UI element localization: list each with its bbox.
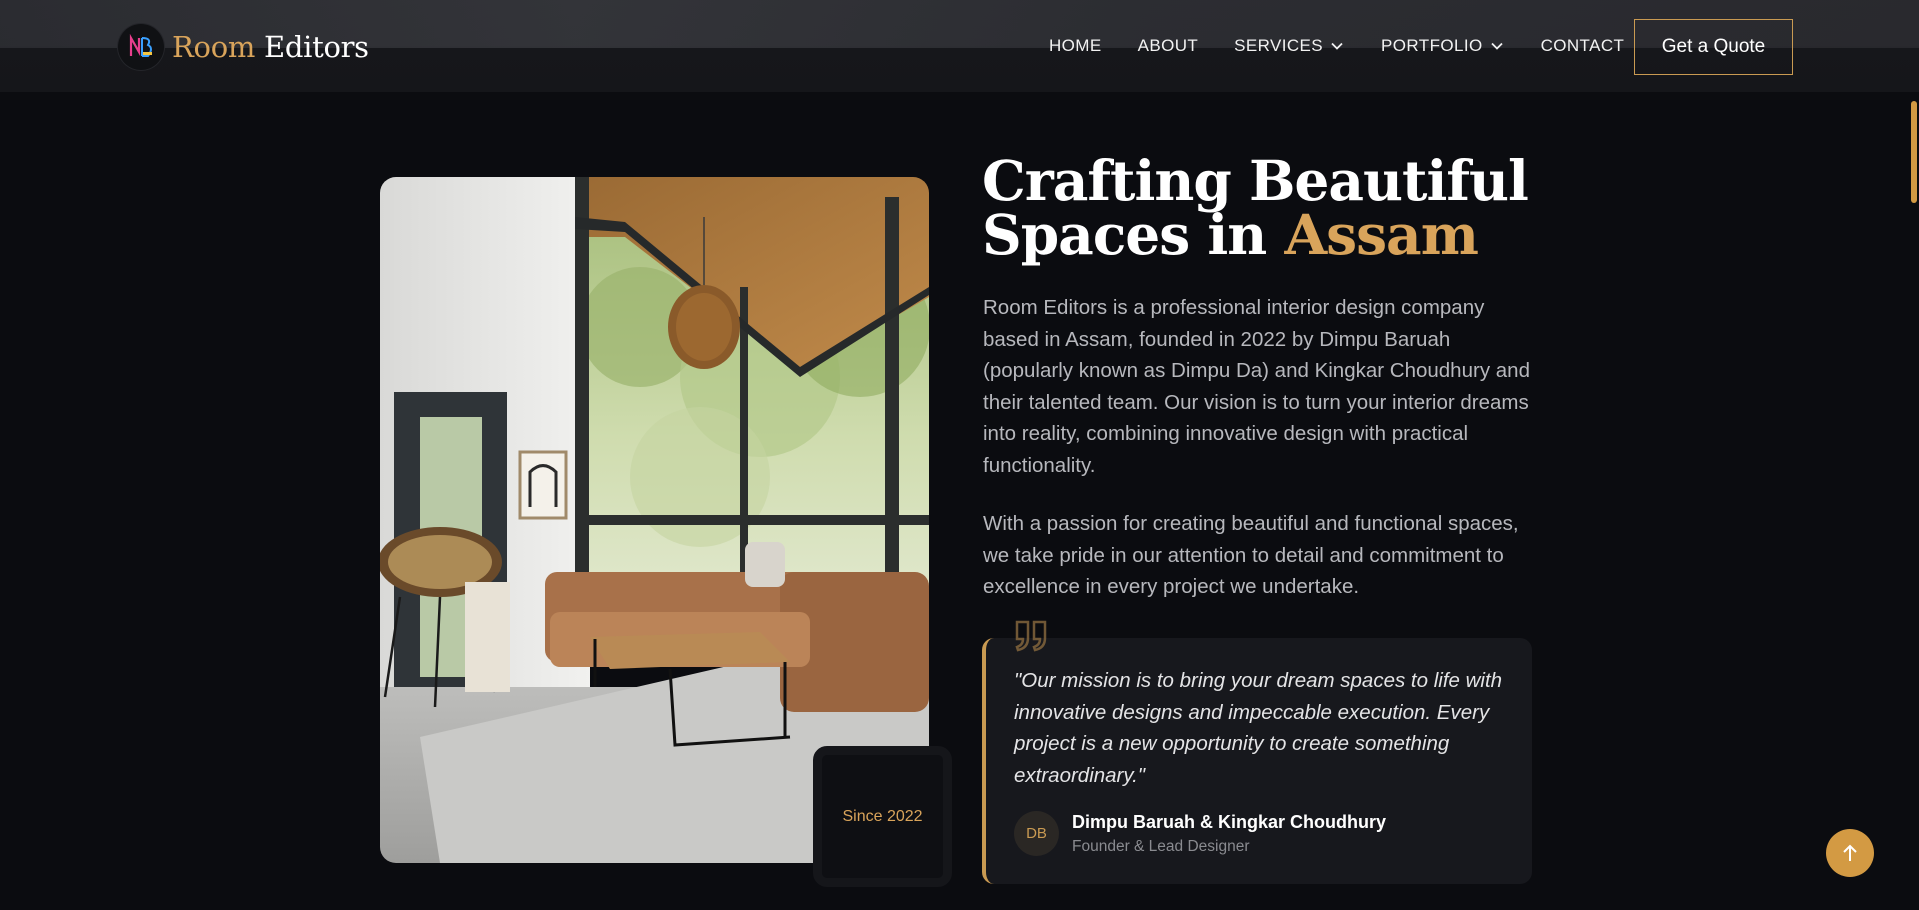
- get-quote-button[interactable]: Get a Quote: [1634, 19, 1793, 75]
- site-header: Room Editors HOME ABOUT SERVICES PORTFOL…: [0, 0, 1919, 92]
- nav-services-label: SERVICES: [1234, 36, 1324, 55]
- about-paragraph-2: With a passion for creating beautiful an…: [983, 512, 1519, 598]
- since-badge: Since 2022: [813, 746, 952, 887]
- brand-name: Room Editors: [172, 30, 369, 64]
- page-title: Crafting Beautiful Spaces in Assam: [982, 153, 1542, 262]
- nav-home[interactable]: HOME: [1049, 36, 1102, 56]
- nav-portfolio-label: PORTFOLIO: [1381, 36, 1483, 55]
- arrow-up-icon: [1843, 844, 1857, 861]
- nav-about[interactable]: ABOUT: [1138, 36, 1199, 56]
- brand-logo[interactable]: Room Editors: [118, 24, 369, 70]
- main-nav: HOME ABOUT SERVICES PORTFOLIO CONTACT: [1049, 36, 1624, 56]
- avatar: DB: [1014, 811, 1059, 856]
- chevron-down-icon: [1490, 42, 1503, 50]
- nav-home-label: HOME: [1049, 36, 1102, 55]
- chevron-down-icon: [1331, 42, 1343, 50]
- nav-services[interactable]: SERVICES: [1234, 36, 1343, 56]
- about-paragraph-1: Room Editors is a professional interior …: [983, 296, 1530, 477]
- nav-contact[interactable]: CONTACT: [1541, 36, 1625, 56]
- scrollbar-thumb[interactable]: [1911, 101, 1917, 203]
- nav-contact-label: CONTACT: [1540, 36, 1625, 55]
- heading-highlight: Assam: [1284, 202, 1478, 267]
- brand-name-part1: Room: [172, 30, 256, 64]
- quote-author-role: Founder & Lead Designer: [1072, 838, 1250, 855]
- brand-name-part2: Editors: [263, 30, 369, 64]
- mission-quote-text: "Our mission is to bring your dream spac…: [1014, 669, 1503, 787]
- nav-portfolio[interactable]: PORTFOLIO: [1381, 36, 1503, 56]
- nav-about-label: ABOUT: [1137, 36, 1199, 55]
- since-badge-text: Since 2022: [842, 807, 923, 825]
- heading-line2: Spaces in: [982, 202, 1267, 267]
- back-to-top-button[interactable]: [1826, 829, 1874, 877]
- quote-icon: [1015, 620, 1047, 652]
- quote-author-name: Dimpu Baruah & Kingkar Choudhury: [1072, 812, 1387, 832]
- logo-icon: [118, 24, 164, 70]
